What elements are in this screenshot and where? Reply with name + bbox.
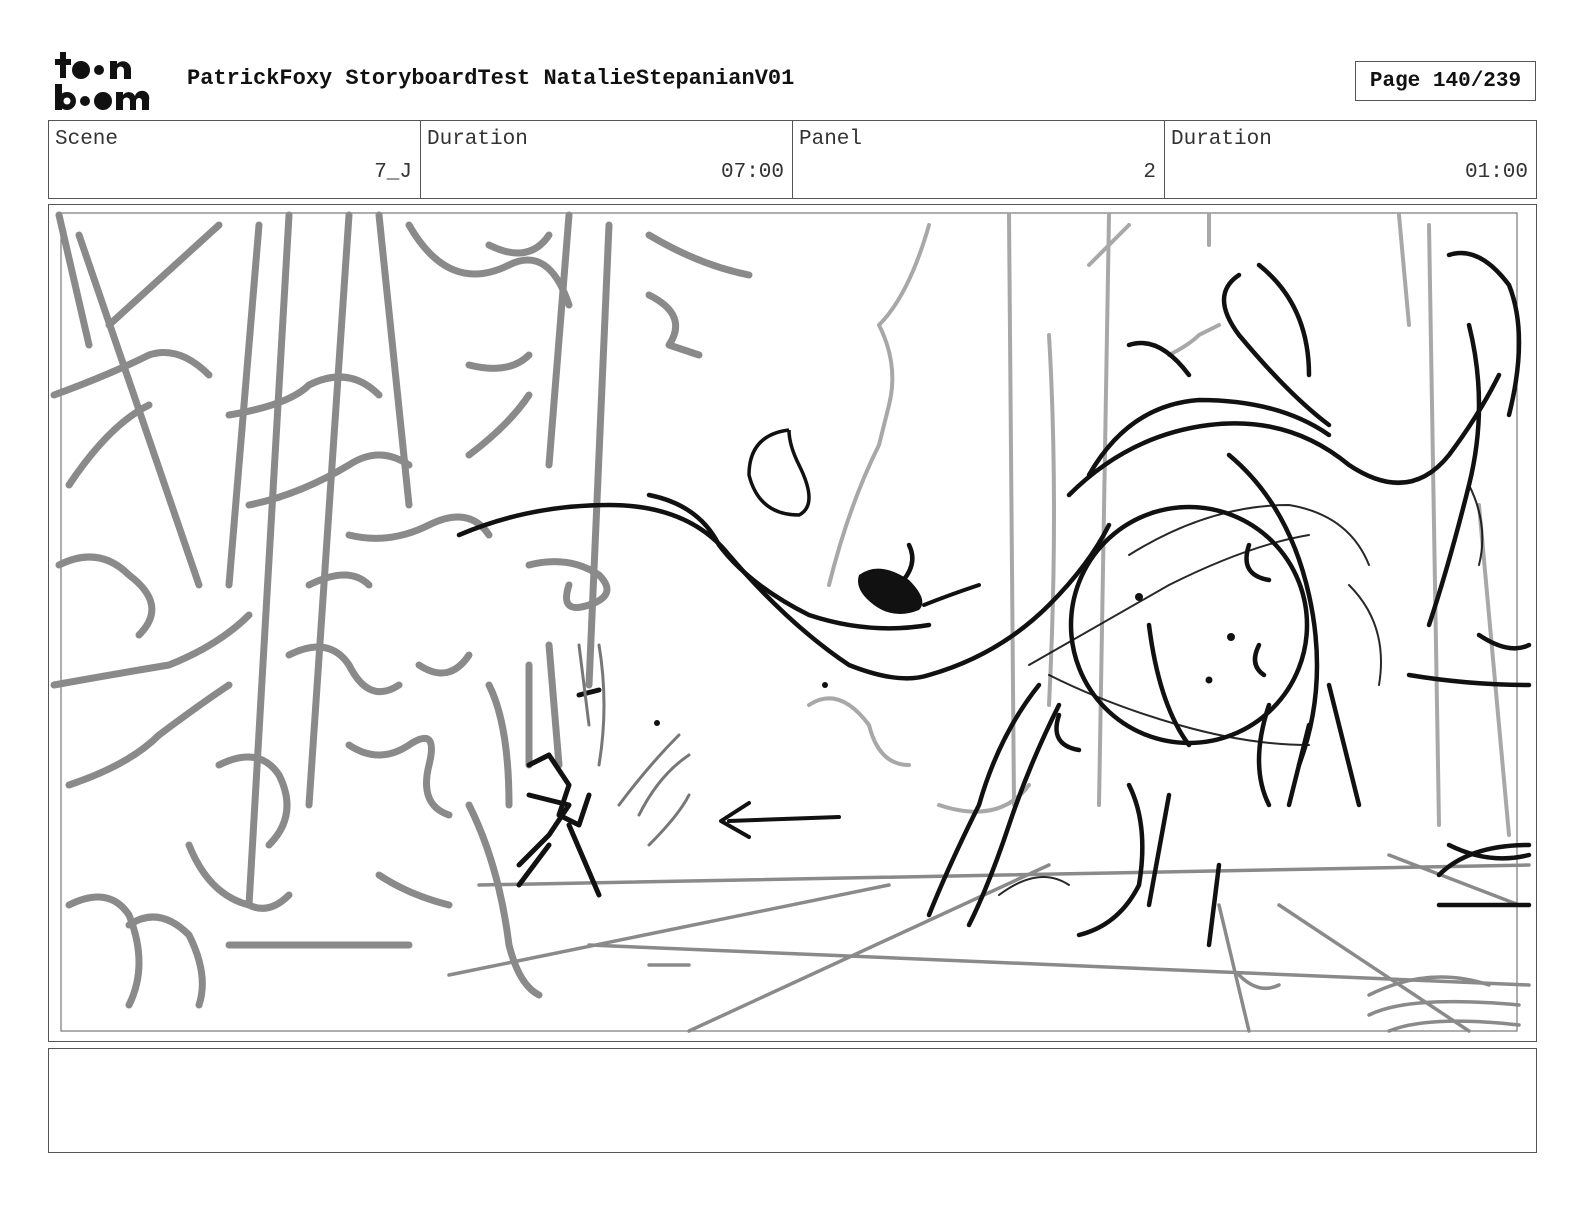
panel-info-bar: Scene 7_J Duration 07:00 Panel 2 Duratio… xyxy=(48,120,1537,199)
panel-duration-label: Duration xyxy=(1171,128,1272,151)
document-title: PatrickFoxy StoryboardTest NatalieStepan… xyxy=(187,66,795,91)
panel-label: Panel xyxy=(799,128,863,151)
scene-duration-value: 07:00 xyxy=(720,161,784,184)
scene-label: Scene xyxy=(55,128,119,151)
scene-duration-label: Duration xyxy=(427,128,528,151)
panel-cell: Panel 2 xyxy=(793,121,1165,198)
page-indicator: Page 140/239 xyxy=(1355,61,1536,101)
panel-duration-value: 01:00 xyxy=(1464,161,1528,184)
storyboard-sketch xyxy=(50,211,1532,1033)
scene-value: 7_J xyxy=(374,161,412,184)
storyboard-panel-image xyxy=(48,204,1537,1042)
toon-boom-logo xyxy=(52,50,164,114)
panel-value: 2 xyxy=(1143,161,1156,184)
scene-duration-cell: Duration 07:00 xyxy=(421,121,793,198)
scene-cell: Scene 7_J xyxy=(49,121,421,198)
panel-duration-cell: Duration 01:00 xyxy=(1165,121,1536,198)
panel-notes-area xyxy=(48,1048,1537,1153)
